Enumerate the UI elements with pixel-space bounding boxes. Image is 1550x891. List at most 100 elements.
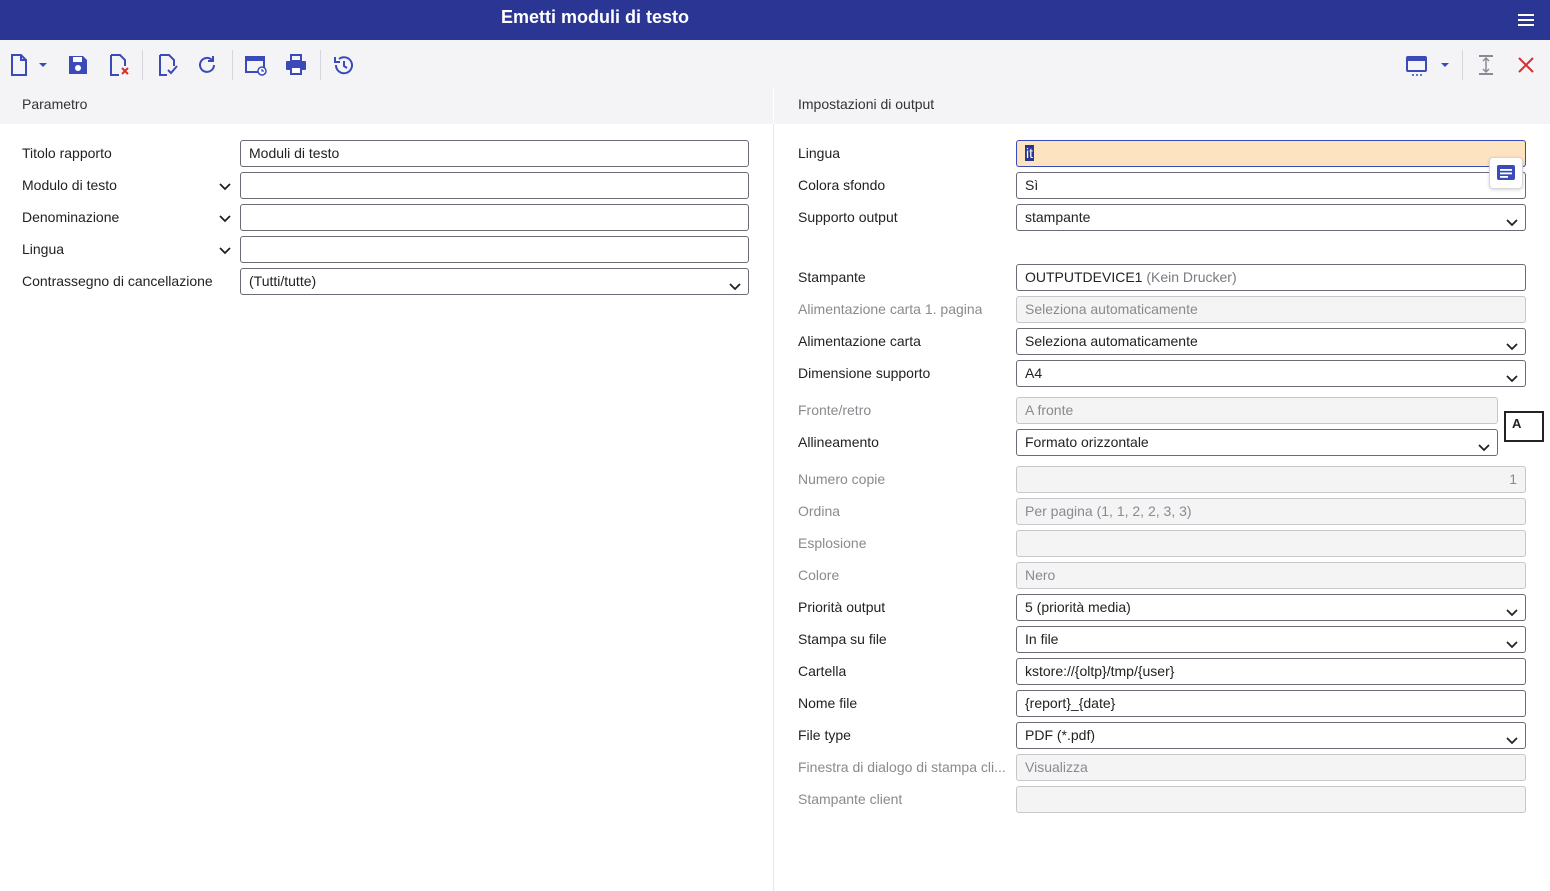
left-section-header <box>0 88 773 124</box>
stampante-client-input <box>1016 786 1526 813</box>
reset-icon[interactable] <box>331 52 357 78</box>
alimentazione-carta-select[interactable]: Seleziona automaticamente <box>1016 328 1526 355</box>
stampa-su-file-value: In file <box>1025 631 1059 647</box>
toolbar-separator <box>142 50 143 80</box>
stampante-value: OUTPUTDEVICE1 <box>1025 269 1143 285</box>
chevron-down-icon <box>1505 602 1519 617</box>
left-section-title: Parametro <box>22 96 88 112</box>
allineamento-value: Formato orizzontale <box>1025 434 1149 450</box>
right-section-title: Impostazioni di output <box>798 96 935 112</box>
denominazione-label: Denominazione <box>22 209 120 225</box>
finestra-dialogo-input: Visualizza <box>1016 754 1526 781</box>
modulo-di-testo-expand-icon[interactable] <box>218 180 232 192</box>
dimensione-supporto-label: Dimensione supporto <box>798 365 931 381</box>
hamburger-menu-icon[interactable] <box>1515 9 1537 31</box>
modulo-di-testo-input[interactable] <box>240 172 749 199</box>
alimentazione-1-label: Alimentazione carta 1. pagina <box>798 301 983 317</box>
details-icon[interactable] <box>1489 157 1523 189</box>
dimensione-supporto-select[interactable]: A4 <box>1016 360 1526 387</box>
out-lingua-label: Lingua <box>798 145 841 161</box>
new-document-icon[interactable] <box>6 52 32 78</box>
allineamento-label: Allineamento <box>798 434 879 450</box>
layout-icon[interactable] <box>1404 52 1430 78</box>
stampa-su-file-label: Stampa su file <box>798 631 887 647</box>
stampante-value-suffix: (Kein Drucker) <box>1146 269 1237 285</box>
alimentazione-carta-label: Alimentazione carta <box>798 333 921 349</box>
supporto-output-label: Supporto output <box>798 209 898 225</box>
contrassegno-value: (Tutti/tutte) <box>249 273 317 289</box>
toolbar <box>0 40 1550 88</box>
titolo-rapporto-label: Titolo rapporto <box>22 145 112 161</box>
numero-copie-input: 1 <box>1016 466 1526 493</box>
file-type-select[interactable]: PDF (*.pdf) <box>1016 722 1526 749</box>
chevron-down-icon <box>1505 336 1519 351</box>
ordina-input: Per pagina (1, 1, 2, 2, 3, 3) <box>1016 498 1526 525</box>
chevron-down-icon <box>1505 212 1519 227</box>
title-bar: Emetti moduli di testo <box>0 0 1550 40</box>
numero-copie-label: Numero copie <box>798 471 886 487</box>
colora-sfondo-value: Sì <box>1025 177 1039 193</box>
nome-file-input[interactable]: {report}_{date} <box>1016 690 1526 717</box>
lingua-expand-icon[interactable] <box>218 244 232 256</box>
out-lingua-value: it <box>1025 145 1034 161</box>
priorita-output-value: 5 (priorità media) <box>1025 599 1131 615</box>
titolo-rapporto-input[interactable]: Moduli di testo <box>240 140 749 167</box>
fronte-retro-input: A fronte <box>1016 397 1498 424</box>
chevron-down-icon <box>1505 730 1519 745</box>
cartella-label: Cartella <box>798 663 847 679</box>
chevron-down-icon <box>1477 437 1491 452</box>
check-document-icon[interactable] <box>154 52 180 78</box>
out-lingua-input[interactable]: it <box>1016 140 1526 167</box>
toolbar-separator <box>320 50 321 80</box>
colora-sfondo-label: Colora sfondo <box>798 177 886 193</box>
denominazione-input[interactable] <box>240 204 749 231</box>
colora-sfondo-select[interactable]: Sì <box>1016 172 1526 199</box>
print-icon[interactable] <box>283 52 309 78</box>
modulo-di-testo-label: Modulo di testo <box>22 177 117 193</box>
esplosione-label: Esplosione <box>798 535 867 551</box>
fronte-retro-label: Fronte/retro <box>798 402 872 418</box>
chevron-down-icon <box>1505 634 1519 649</box>
stampante-client-label: Stampante client <box>798 791 903 807</box>
dimensione-supporto-value: A4 <box>1025 365 1043 381</box>
supporto-output-select[interactable]: stampante <box>1016 204 1526 231</box>
denominazione-expand-icon[interactable] <box>218 212 232 224</box>
dropdown-arrow-icon[interactable] <box>34 52 52 78</box>
contrassegno-select[interactable]: (Tutti/tutte) <box>240 268 749 295</box>
cartella-input[interactable]: kstore://{oltp}/tmp/{user} <box>1016 658 1526 685</box>
stampante-input[interactable]: OUTPUTDEVICE1 (Kein Drucker) <box>1016 264 1526 291</box>
toolbar-separator <box>1462 50 1463 80</box>
lingua-label: Lingua <box>22 241 65 257</box>
stampa-su-file-select[interactable]: In file <box>1016 626 1526 653</box>
app-title: Emetti moduli di testo <box>501 7 690 27</box>
alimentazione-1-input: Seleziona automaticamente <box>1016 296 1526 323</box>
lingua-input[interactable] <box>240 236 749 263</box>
finestra-dialogo-label: Finestra di dialogo di stampa cli... <box>798 759 1006 775</box>
panel-divider <box>773 124 774 891</box>
priorita-output-select[interactable]: 5 (priorità media) <box>1016 594 1526 621</box>
collapse-icon[interactable] <box>1473 52 1499 78</box>
layout-dropdown-arrow-icon[interactable] <box>1436 52 1454 78</box>
allineamento-select[interactable]: Formato orizzontale <box>1016 429 1498 456</box>
discard-icon[interactable] <box>106 52 132 78</box>
save-icon[interactable] <box>65 52 91 78</box>
contrassegno-label: Contrassegno di cancellazione <box>22 273 213 289</box>
file-type-label: File type <box>798 727 851 743</box>
colore-input: Nero <box>1016 562 1526 589</box>
chevron-down-icon <box>1505 368 1519 383</box>
stampante-label: Stampante <box>798 269 866 285</box>
alimentazione-carta-value: Seleziona automaticamente <box>1025 333 1198 349</box>
refresh-icon[interactable] <box>194 52 220 78</box>
orientation-preview-box[interactable]: A <box>1504 411 1544 442</box>
schedule-icon[interactable] <box>243 52 269 78</box>
toolbar-separator <box>232 50 233 80</box>
priorita-output-label: Priorità output <box>798 599 886 615</box>
colore-label: Colore <box>798 567 840 583</box>
supporto-output-value: stampante <box>1025 209 1091 225</box>
esplosione-input <box>1016 530 1526 557</box>
close-icon[interactable] <box>1513 52 1539 78</box>
nome-file-label: Nome file <box>798 695 858 711</box>
chevron-down-icon <box>728 276 742 291</box>
ordina-label: Ordina <box>798 503 841 519</box>
file-type-value: PDF (*.pdf) <box>1025 727 1096 743</box>
